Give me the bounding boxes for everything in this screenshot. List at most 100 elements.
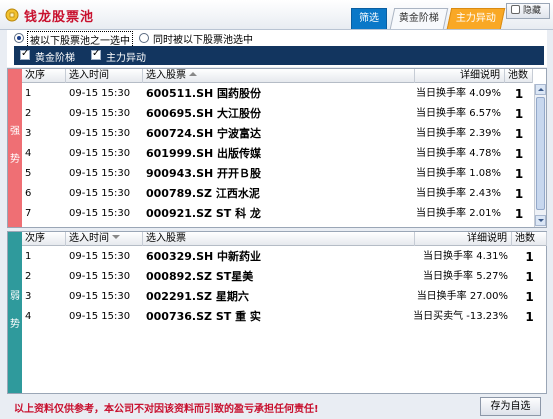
col-count-label: 池数 [515, 233, 535, 244]
footer: 以上资料仅供参考，本公司不对因该资料而引致的盈亏承担任何责任! 存为自选 [0, 394, 553, 419]
row-pool-count: 1 [514, 187, 524, 201]
row-stock: 900943.SH 开开Ｂ股 [146, 167, 262, 180]
strong-side-label-1: 强 [10, 126, 20, 137]
row-pool-count: 1 [514, 107, 524, 121]
row-detail: 当日换手率 6.57% [416, 108, 501, 119]
scroll-thumb[interactable] [536, 97, 545, 210]
tab-main-force[interactable]: 主力异动 [446, 8, 506, 29]
row-pool-count: 1 [525, 310, 534, 324]
col-stock[interactable]: 选入股票 [143, 69, 415, 83]
col-time[interactable]: 选入时间 [66, 69, 143, 83]
table-row[interactable]: 6 09-15 15:30 000789.SZ 江西水泥 当日换手率 2.43% 1 [22, 184, 533, 204]
table-row[interactable]: 3 09-15 15:30 600724.SH 宁波富达 当日换手率 2.39% 1 [22, 124, 533, 144]
col-idx-label: 次序 [25, 70, 45, 81]
row-stock: 600724.SH 宁波富达 [146, 127, 262, 140]
radio-all-pools-label[interactable]: 同时被以下股票池选中 [153, 31, 253, 46]
row-stock: 000921.SZ ST 科 龙 [146, 207, 261, 220]
col-stock[interactable]: 选入股票 [143, 232, 415, 246]
weak-table-header: 次序 选入时间 选入股票 详细说明 池数 [22, 232, 547, 246]
col-time[interactable]: 选入时间 [66, 232, 143, 246]
row-stock: 000789.SZ 江西水泥 [146, 187, 260, 200]
row-index: 7 [25, 208, 32, 219]
hide-button-label: 隐藏 [523, 6, 542, 16]
strong-rows: 1 09-15 15:30 600511.SH 国药股份 当日换手率 4.09% 1 2 0… [22, 84, 533, 227]
row-time: 09-15 15:30 [69, 148, 131, 159]
row-time: 09-15 15:30 [69, 88, 131, 99]
row-stock: 601999.SH 出版传媒 [146, 147, 262, 160]
table-row[interactable]: 7 09-15 15:30 000921.SZ ST 科 龙 当日换手率 2.01% 1 [22, 204, 533, 224]
row-stock: 600329.SH 中新药业 [146, 250, 262, 263]
sort-desc-icon [112, 235, 120, 239]
sort-asc-icon [189, 72, 197, 76]
checkbox-golden-ladder[interactable] [20, 48, 30, 60]
row-time: 09-15 15:30 [69, 291, 131, 302]
checkbox-golden-ladder-label[interactable]: 黄金阶梯 [35, 49, 75, 64]
table-row[interactable]: 5 09-15 15:30 900943.SH 开开Ｂ股 当日换手率 1.08% 1 [22, 164, 533, 184]
col-stock-label: 选入股票 [146, 70, 186, 81]
tab-golden-ladder[interactable]: 黄金阶梯 [389, 8, 449, 29]
row-time: 09-15 15:30 [69, 271, 131, 282]
strong-scrollbar[interactable] [534, 84, 546, 227]
row-stock: 000736.SZ ST 重 实 [146, 310, 261, 323]
col-idx[interactable]: 次序 [22, 69, 66, 83]
radio-any-pool[interactable] [14, 33, 24, 43]
save-to-watchlist-button[interactable]: 存为自选 [480, 397, 541, 416]
row-index: 4 [25, 148, 32, 159]
scroll-down-icon[interactable] [535, 215, 546, 226]
checkbox-main-force-label[interactable]: 主力异动 [106, 49, 146, 64]
table-row[interactable]: 2 09-15 15:30 000892.SZ ST星美 当日换手率 5.27% 1 [22, 267, 547, 287]
col-desc[interactable]: 详细说明 [415, 69, 505, 83]
table-row[interactable]: 1 09-15 15:30 600329.SH 中新药业 当日换手率 4.31% 1 [22, 247, 547, 267]
row-detail: 当日换手率 4.31% [423, 251, 508, 262]
row-pool-count: 1 [514, 127, 524, 141]
col-desc-label: 详细说明 [467, 233, 507, 244]
col-desc[interactable]: 详细说明 [415, 232, 512, 246]
row-pool-count: 1 [525, 250, 534, 264]
row-pool-count: 1 [525, 270, 534, 284]
row-pool-count: 1 [514, 147, 524, 161]
col-count[interactable]: 池数 [505, 69, 533, 83]
row-pool-count: 1 [525, 290, 534, 304]
row-time: 09-15 15:30 [69, 251, 131, 262]
table-row[interactable]: 4 09-15 15:30 601999.SH 出版传媒 当日换手率 4.78% 1 [22, 144, 533, 164]
row-time: 09-15 15:30 [69, 108, 131, 119]
weak-side-label-1: 弱 [10, 291, 20, 302]
row-detail: 当日换手率 4.09% [416, 88, 501, 99]
col-idx[interactable]: 次序 [22, 232, 66, 246]
checkbox-main-force[interactable] [91, 48, 101, 60]
coin-logo-icon [5, 8, 19, 22]
row-time: 09-15 15:30 [69, 311, 131, 322]
row-detail: 当日换手率 4.78% [416, 148, 501, 159]
row-stock: 002291.SZ 星期六 [146, 290, 249, 303]
strong-side-bar: 强 势 [8, 69, 22, 227]
row-index: 3 [25, 128, 32, 139]
col-count[interactable]: 池数 [512, 232, 547, 246]
table-row[interactable]: 4 09-15 15:30 000736.SZ ST 重 实 当日买卖气 -13.23… [22, 307, 547, 327]
weak-side-label-2: 势 [10, 319, 20, 330]
row-pool-count: 1 [514, 87, 524, 101]
table-row[interactable]: 1 09-15 15:30 600511.SH 国药股份 当日换手率 4.09% 1 [22, 84, 533, 104]
radio-all-pools[interactable] [139, 33, 149, 43]
row-detail: 当日换手率 2.43% [416, 188, 501, 199]
row-index: 2 [25, 108, 32, 119]
tab-filter[interactable]: 筛选 [351, 8, 387, 29]
col-time-label: 选入时间 [69, 70, 109, 81]
row-index: 2 [25, 271, 32, 282]
strong-table-header: 次序 选入时间 选入股票 详细说明 池数 [22, 69, 533, 83]
row-time: 09-15 15:30 [69, 188, 131, 199]
strong-side-label-2: 势 [10, 154, 20, 165]
row-time: 09-15 15:30 [69, 128, 131, 139]
col-count-label: 池数 [508, 70, 528, 81]
hide-button[interactable]: 隐藏 [506, 3, 550, 19]
row-stock: 600511.SH 国药股份 [146, 87, 262, 100]
col-time-label: 选入时间 [69, 233, 109, 244]
scroll-up-icon[interactable] [535, 84, 546, 95]
row-index: 6 [25, 188, 32, 199]
row-time: 09-15 15:30 [69, 208, 131, 219]
col-idx-label: 次序 [25, 233, 45, 244]
row-pool-count: 1 [514, 167, 524, 181]
table-row[interactable]: 2 09-15 15:30 600695.SH 大江股份 当日换手率 6.57% 1 [22, 104, 533, 124]
row-index: 5 [25, 168, 32, 179]
table-row[interactable]: 3 09-15 15:30 002291.SZ 星期六 当日换手率 27.00% 1 [22, 287, 547, 307]
row-detail: 当日换手率 27.00% [416, 291, 508, 302]
